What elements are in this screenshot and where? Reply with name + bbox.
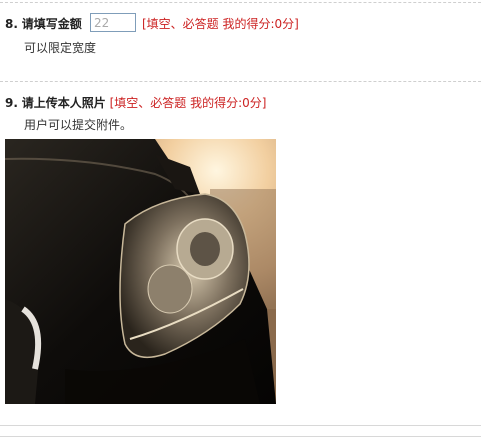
divider-bottom-2 [0, 436, 481, 437]
divider-middle [0, 81, 481, 82]
question-8-title-row: 8. 请填写金额 [5, 15, 82, 32]
question-tag: [填空、必答题 我的得分:0分] [109, 96, 267, 110]
car-headlight-image [5, 139, 276, 404]
amount-input[interactable] [90, 13, 136, 32]
uploaded-photo[interactable] [5, 139, 276, 404]
question-number: 8. [5, 17, 18, 31]
question-number: 9. [5, 96, 18, 110]
question-tag: [填空、必答题 我的得分:0分] [142, 17, 299, 31]
question-9-title-row: 9. 请上传本人照片 [填空、必答题 我的得分:0分] [5, 94, 266, 111]
divider-bottom [0, 425, 481, 426]
divider-top [0, 2, 481, 3]
question-title: 请填写金额 [21, 17, 82, 31]
question-8-tag: [填空、必答题 我的得分:0分] [142, 15, 299, 32]
question-9-description: 用户可以提交附件。 [24, 118, 133, 132]
question-8-description: 可以限定宽度 [24, 41, 97, 55]
question-title: 请上传本人照片 [21, 96, 106, 110]
